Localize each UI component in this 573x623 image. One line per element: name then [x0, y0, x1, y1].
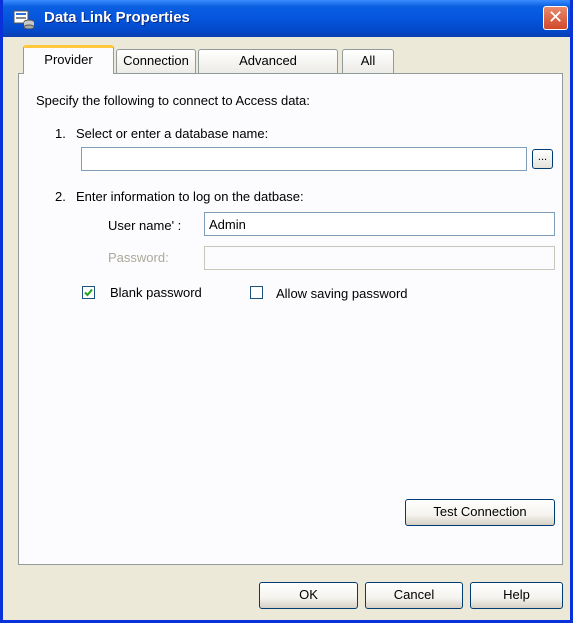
- ok-button[interactable]: OK: [259, 582, 358, 609]
- ok-label: OK: [299, 587, 318, 602]
- title-bar[interactable]: Data Link Properties ✕: [3, 0, 570, 37]
- username-input[interactable]: [204, 212, 555, 236]
- dialog-window: Data Link Properties ✕ Provider Connecti…: [0, 0, 573, 623]
- cancel-label: Cancel: [393, 587, 435, 602]
- data-link-icon: [13, 10, 35, 29]
- allow-saving-password-checkbox[interactable]: [250, 286, 263, 299]
- tab-advanced-label: Advanced: [239, 53, 297, 68]
- cancel-button[interactable]: Cancel: [365, 582, 463, 609]
- tab-advanced[interactable]: Advanced: [198, 49, 338, 73]
- window-title: Data Link Properties: [44, 9, 190, 26]
- blank-password-label: Blank password: [110, 285, 202, 300]
- provider-panel: Specify the following to connect to Acce…: [18, 73, 563, 565]
- password-input[interactable]: [204, 246, 555, 270]
- browse-button-label: ...: [537, 151, 548, 163]
- tab-all-label: All: [360, 53, 376, 68]
- help-button[interactable]: Help: [470, 582, 563, 609]
- test-connection-button[interactable]: Test Connection: [405, 499, 555, 526]
- allow-saving-password-label: Allow saving password: [276, 286, 408, 301]
- step2-label: Enter information to log on the datbase:: [76, 189, 304, 204]
- tab-provider-label: Provider: [44, 52, 93, 67]
- tab-provider[interactable]: Provider: [23, 45, 114, 74]
- step2-number: 2.: [55, 189, 66, 204]
- tab-all[interactable]: All: [342, 49, 394, 73]
- checkmark-icon: [84, 288, 93, 297]
- tab-connection-label: Connection: [123, 53, 189, 68]
- step1-number: 1.: [55, 126, 66, 141]
- username-label: User name' :: [108, 218, 182, 233]
- browse-button[interactable]: ...: [532, 149, 553, 169]
- password-label: Password:: [108, 250, 169, 265]
- close-icon: ✕: [547, 7, 564, 27]
- close-button[interactable]: ✕: [543, 6, 568, 30]
- database-name-input[interactable]: [81, 147, 527, 171]
- blank-password-checkbox[interactable]: [82, 286, 95, 299]
- help-label: Help: [503, 587, 530, 602]
- tab-connection[interactable]: Connection: [116, 49, 196, 73]
- test-connection-label: Test Connection: [433, 504, 527, 519]
- step1-label: Select or enter a database name:: [76, 126, 269, 141]
- intro-text: Specify the following to connect to Acce…: [36, 93, 310, 108]
